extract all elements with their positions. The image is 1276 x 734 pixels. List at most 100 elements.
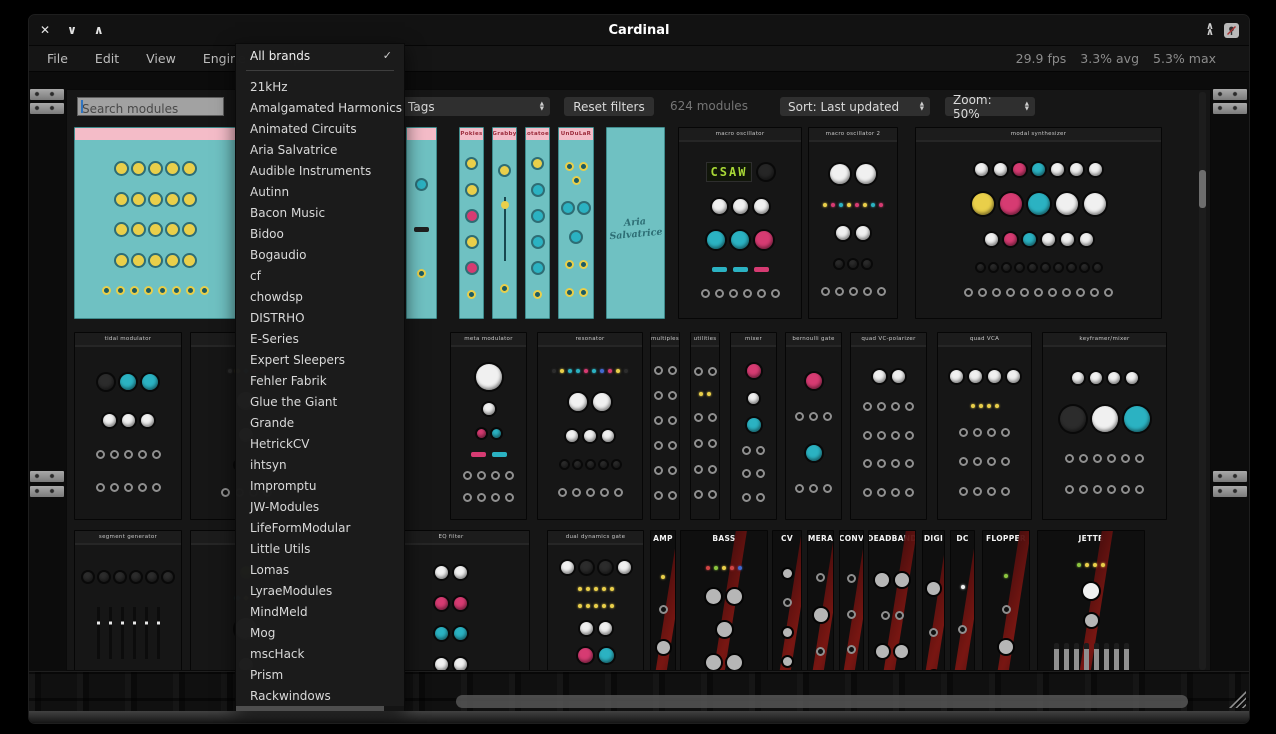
module-tile-mera[interactable]: MERA — [807, 530, 834, 671]
brand-option[interactable]: 21kHz — [236, 76, 404, 97]
module-tile-quad-vca[interactable]: quad VCA — [937, 332, 1032, 520]
brand-option[interactable]: LifeFormModular — [236, 517, 404, 538]
chevron-down-icon[interactable]: ∨ — [67, 23, 77, 37]
brand-option[interactable]: Fehler Fabrik — [236, 370, 404, 391]
brand-option[interactable]: MindMeld — [236, 601, 404, 622]
brand-option[interactable]: chowdsp — [236, 286, 404, 307]
brand-option[interactable]: Audible Instruments — [236, 160, 404, 181]
brand-option[interactable]: Mog — [236, 622, 404, 643]
brand-option[interactable]: LyraeModules — [236, 580, 404, 601]
module-tile-multiples[interactable]: multiples — [650, 332, 680, 520]
module-tile-flopper[interactable]: FLOPPER — [982, 530, 1030, 671]
brand-option[interactable]: Animated Circuits — [236, 118, 404, 139]
module-tile-macro-oscillator[interactable]: macro oscillatorCSAW — [678, 127, 802, 319]
window-title: Cardinal — [29, 23, 1249, 38]
brand-option[interactable]: Rackwindows — [236, 685, 404, 706]
search-field[interactable] — [77, 97, 224, 116]
module-tile-pokies[interactable]: Pokies — [459, 127, 484, 319]
jack-icon — [891, 459, 900, 468]
module-tile-unnamed[interactable] — [406, 127, 437, 319]
brand-option[interactable]: Grande — [236, 412, 404, 433]
led-icon — [594, 604, 598, 608]
chevron-up-icon[interactable]: ∧ — [94, 23, 104, 37]
module-tile-unnamed[interactable] — [74, 127, 236, 319]
double-chevron-up-icon[interactable]: ∧∧ — [1206, 24, 1214, 36]
brand-option[interactable]: Autinn — [236, 181, 404, 202]
brand-option[interactable]: Lomas — [236, 559, 404, 580]
knob-icon — [758, 164, 774, 180]
module-tile-tidal-modulator[interactable]: tidal modulator — [74, 332, 182, 520]
brand-option[interactable]: Bogaudio — [236, 244, 404, 265]
brand-option[interactable]: cf — [236, 265, 404, 286]
knob-icon — [657, 641, 670, 654]
module-tile-deadband[interactable]: DEADBAND — [868, 530, 916, 671]
module-tile-digi[interactable]: DIGI — [922, 530, 945, 671]
knob-icon — [1089, 163, 1102, 176]
module-tile-unnamed[interactable]: Aria Salvatrice — [606, 127, 665, 319]
module-tile-amp[interactable]: AMP — [650, 530, 676, 671]
knob-icon — [1081, 264, 1088, 271]
tags-filter-select[interactable]: Tags ▲▼ — [400, 97, 550, 116]
jack-icon — [816, 573, 825, 582]
module-tile-bernoulli-gate[interactable]: bernoulli gate — [785, 332, 842, 520]
menu-item-edit[interactable]: Edit — [95, 51, 119, 66]
brand-option-all[interactable]: All brands ✓ — [236, 44, 404, 67]
knob-icon — [163, 572, 173, 582]
slider-icon — [97, 607, 100, 659]
brand-option[interactable]: E-Series — [236, 328, 404, 349]
module-tile-cv[interactable]: CV — [772, 530, 802, 671]
led-icon — [714, 566, 718, 570]
search-input[interactable] — [78, 101, 223, 118]
module-tile-rotatoes[interactable]: Rotatoes — [525, 127, 550, 319]
reset-filters-button[interactable]: Reset filters — [564, 97, 654, 116]
jack-icon — [987, 457, 996, 466]
module-tile-undular[interactable]: UnDuLaR — [558, 127, 594, 319]
module-tile-segment-generator[interactable]: segment generator — [74, 530, 182, 671]
brand-option[interactable]: Bacon Music — [236, 202, 404, 223]
module-tile-dc[interactable]: DC — [950, 530, 975, 671]
menu-item-view[interactable]: View — [146, 51, 176, 66]
brand-option[interactable]: Impromptu — [236, 475, 404, 496]
module-tile-bass[interactable]: BASS — [680, 530, 768, 671]
horizontal-scrollbar-thumb[interactable] — [456, 695, 1188, 708]
brand-option[interactable]: Bidoo — [236, 223, 404, 244]
sort-select[interactable]: Sort: Last updated ▲▼ — [780, 97, 930, 116]
module-tile-resonator[interactable]: resonator — [537, 332, 643, 520]
brand-option[interactable]: mscHack — [236, 643, 404, 664]
module-tile-utilities[interactable]: utilities — [690, 332, 720, 520]
led-icon — [602, 587, 606, 591]
brand-option[interactable]: JW-Modules — [236, 496, 404, 517]
module-tile-keyframer-mixer[interactable]: keyframer/mixer — [1042, 332, 1167, 520]
led-icon — [610, 604, 614, 608]
led-icon — [707, 392, 711, 396]
module-tile-conv[interactable]: CONV — [839, 530, 864, 671]
menu-item-file[interactable]: File — [47, 51, 68, 66]
jack-icon — [152, 450, 161, 459]
module-tile-grabby[interactable]: Grabby — [492, 127, 517, 319]
vertical-scrollbar-thumb[interactable] — [1199, 170, 1206, 208]
module-tile-quad-vc-polarizer[interactable]: quad VC-polarizer — [850, 332, 927, 520]
module-tile-modal-synthesizer[interactable]: modal synthesizer — [915, 127, 1162, 319]
module-tile-dual-dynamics-gate[interactable]: dual dynamics gate — [547, 530, 644, 671]
zoom-select[interactable]: Zoom: 50% ▲▼ — [945, 97, 1035, 116]
brand-option[interactable]: Aria Salvatrice — [236, 139, 404, 160]
slider-icon — [157, 607, 160, 659]
pin-icon[interactable] — [1224, 23, 1239, 38]
brand-option[interactable]: Glue the Giant — [236, 391, 404, 412]
close-icon[interactable]: ✕ — [40, 23, 50, 37]
module-tile-mixer[interactable]: mixer — [730, 332, 777, 520]
brand-option[interactable]: HetrickCV — [236, 433, 404, 454]
brand-option[interactable]: Amalgamated Harmonics — [236, 97, 404, 118]
module-tile-jette[interactable]: JETTE — [1037, 530, 1145, 671]
dropdown-scrollbar-thumb[interactable] — [236, 706, 384, 711]
jack-icon — [1121, 485, 1130, 494]
module-tile-meta-modulator[interactable]: meta modulator — [450, 332, 527, 520]
module-tile-macro-oscillator-2[interactable]: macro oscillator 2 — [808, 127, 898, 319]
brand-option[interactable]: ihtsyn — [236, 454, 404, 475]
brand-option[interactable]: Expert Sleepers — [236, 349, 404, 370]
brand-option[interactable]: Little Utils — [236, 538, 404, 559]
brand-option[interactable]: Prism — [236, 664, 404, 685]
brand-option[interactable]: DISTRHO — [236, 307, 404, 328]
knob-icon — [706, 589, 721, 604]
dropdown-scrollbar-track[interactable] — [236, 706, 404, 711]
